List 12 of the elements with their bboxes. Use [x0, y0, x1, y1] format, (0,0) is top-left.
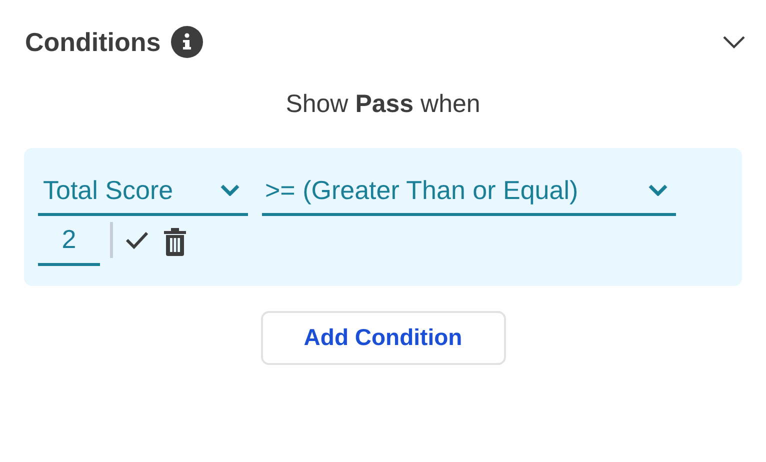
rule-heading: Show Pass when	[286, 89, 480, 120]
chevron-down-icon	[220, 184, 240, 196]
chevron-down-icon[interactable]	[722, 35, 746, 49]
operator-select[interactable]: >= (Greater Than or Equal)	[262, 168, 676, 216]
trash-icon[interactable]	[163, 226, 187, 256]
threshold-input[interactable]: 2	[38, 222, 100, 266]
add-condition-button[interactable]: Add Condition	[260, 310, 506, 364]
section-title: Conditions	[25, 26, 161, 58]
chevron-down-icon	[648, 184, 668, 196]
field-select[interactable]: Total Score	[38, 168, 248, 216]
checkmark-icon[interactable]	[125, 230, 149, 250]
info-icon[interactable]	[170, 26, 203, 58]
